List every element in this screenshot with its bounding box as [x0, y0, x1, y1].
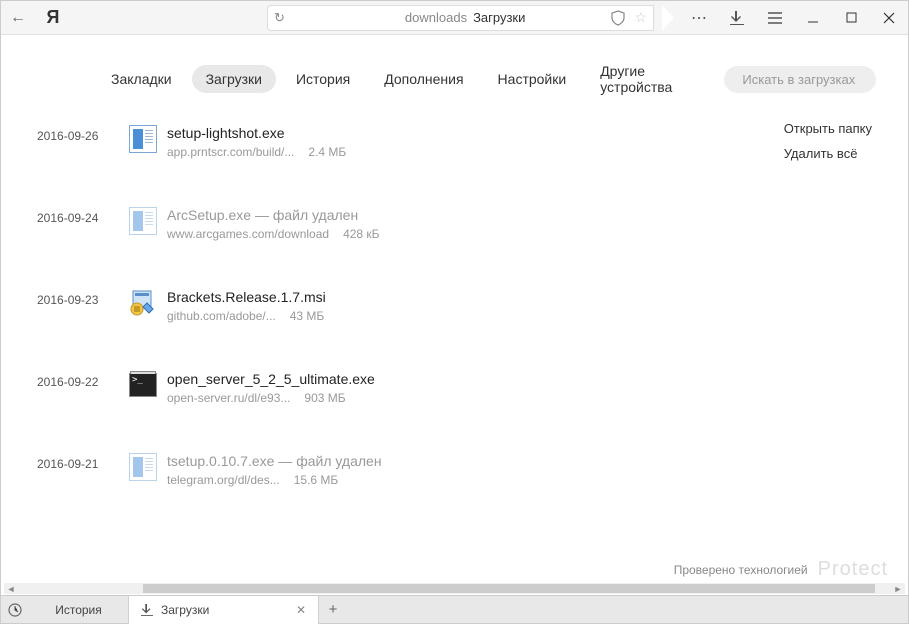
download-source: github.com/adobe/...: [167, 309, 276, 323]
document-icon: [129, 125, 157, 153]
download-date: 2016-09-22: [37, 371, 129, 389]
download-meta: www.arcgames.com/download 428 кБ: [167, 227, 380, 241]
download-size: 43 МБ: [290, 309, 325, 323]
download-info: Brackets.Release.1.7.msi github.com/adobe…: [167, 289, 326, 323]
search-placeholder: Искать в загрузках: [742, 72, 855, 87]
browser-toolbar: ← Я ↻ downloads Загрузки ☆ ⋯: [1, 1, 908, 35]
download-date: 2016-09-24: [37, 207, 129, 225]
scrollbar-thumb[interactable]: [143, 584, 875, 593]
address-bar-wedge: [662, 5, 674, 31]
download-filename[interactable]: ArcSetup.exe — файл удален: [167, 207, 380, 223]
url-title: Загрузки: [473, 10, 525, 25]
download-date: 2016-09-23: [37, 289, 129, 307]
protect-footer: Проверено технологией Protect: [674, 558, 888, 581]
download-row[interactable]: 2016-09-21 tsetup.0.10.7.exe — файл удале…: [37, 453, 876, 487]
download-info: ArcSetup.exe — файл удален www.arcgames.c…: [167, 207, 380, 241]
download-meta: github.com/adobe/... 43 МБ: [167, 309, 326, 323]
download-filename[interactable]: setup-lightshot.exe: [167, 125, 346, 141]
yandex-logo[interactable]: Я: [39, 4, 67, 32]
reload-icon[interactable]: ↻: [274, 10, 285, 26]
download-row[interactable]: 2016-09-26 setup-lightshot.exe app.prntscr…: [37, 125, 876, 159]
download-info: setup-lightshot.exe app.prntscr.com/build…: [167, 125, 346, 159]
back-button[interactable]: ←: [1, 1, 35, 35]
bottom-tab-history-label: История: [55, 603, 102, 617]
clock-icon[interactable]: [1, 603, 29, 617]
tab-addons[interactable]: Дополнения: [370, 65, 477, 93]
window-maximize-button[interactable]: [832, 1, 870, 35]
delete-all-link[interactable]: Удалить всё: [784, 146, 872, 161]
download-row[interactable]: 2016-09-22 open_server_5_2_5_ultimate.exe…: [37, 371, 876, 405]
download-row[interactable]: 2016-09-24 ArcSetup.exe — файл удален www.…: [37, 207, 876, 241]
tab-downloads[interactable]: Загрузки: [192, 65, 276, 93]
download-meta: open-server.ru/dl/e93... 903 МБ: [167, 391, 375, 405]
protect-label: Проверено технологией: [674, 563, 808, 577]
tab-settings[interactable]: Настройки: [484, 65, 581, 93]
url-prefix: downloads: [405, 10, 467, 25]
open-folder-link[interactable]: Открыть папку: [784, 121, 872, 136]
downloads-icon[interactable]: [718, 1, 756, 35]
tab-bookmarks[interactable]: Закладки: [97, 65, 186, 93]
download-source: open-server.ru/dl/e93...: [167, 391, 290, 405]
address-bar[interactable]: ↻ downloads Загрузки ☆: [267, 5, 654, 31]
download-date: 2016-09-21: [37, 453, 129, 471]
bookmark-star-icon[interactable]: ☆: [634, 9, 647, 26]
window-minimize-button[interactable]: [794, 1, 832, 35]
settings-nav: Закладки Загрузки История Дополнения Нас…: [1, 35, 908, 115]
hamburger-menu-icon[interactable]: [756, 1, 794, 35]
downloads-list: Открыть папку Удалить всё 2016-09-26 setu…: [1, 115, 908, 601]
tab-devices[interactable]: Другие устройства: [586, 57, 718, 101]
download-small-icon: [141, 604, 153, 616]
download-meta: app.prntscr.com/build/... 2.4 МБ: [167, 145, 346, 159]
search-input[interactable]: Искать в загрузках: [724, 66, 876, 93]
download-size: 15.6 МБ: [294, 473, 339, 487]
bottom-tab-bar: История Загрузки ✕ +: [1, 595, 908, 623]
tab-history[interactable]: История: [282, 65, 364, 93]
download-filename[interactable]: open_server_5_2_5_ultimate.exe: [167, 371, 375, 387]
download-source: www.arcgames.com/download: [167, 227, 329, 241]
installer-icon: [129, 289, 157, 317]
download-size: 428 кБ: [343, 227, 379, 241]
bottom-tab-downloads-label: Загрузки: [161, 603, 209, 617]
side-actions: Открыть папку Удалить всё: [784, 121, 872, 161]
download-source: telegram.org/dl/des...: [167, 473, 280, 487]
horizontal-scrollbar[interactable]: ◄ ►: [4, 583, 905, 594]
download-meta: telegram.org/dl/des... 15.6 МБ: [167, 473, 382, 487]
menu-more-icon[interactable]: ⋯: [680, 1, 718, 35]
window-close-button[interactable]: [870, 1, 908, 35]
download-info: tsetup.0.10.7.exe — файл удален telegram.…: [167, 453, 382, 487]
protect-brand: Protect: [818, 558, 888, 581]
protect-shield-icon[interactable]: [610, 10, 626, 26]
close-tab-icon[interactable]: ✕: [296, 603, 306, 617]
download-filename[interactable]: tsetup.0.10.7.exe — файл удален: [167, 453, 382, 469]
bottom-tab-history[interactable]: История: [29, 596, 129, 624]
download-source: app.prntscr.com/build/...: [167, 145, 294, 159]
document-icon: [129, 453, 157, 481]
download-size: 2.4 МБ: [308, 145, 346, 159]
download-size: 903 МБ: [304, 391, 345, 405]
download-date: 2016-09-26: [37, 125, 129, 143]
document-icon: [129, 207, 157, 235]
download-info: open_server_5_2_5_ultimate.exe open-serve…: [167, 371, 375, 405]
bottom-tab-downloads[interactable]: Загрузки ✕: [129, 596, 319, 624]
download-row[interactable]: 2016-09-23 Brackets.Release.1.7.msi github…: [37, 289, 876, 323]
terminal-icon: [129, 373, 157, 397]
download-filename[interactable]: Brackets.Release.1.7.msi: [167, 289, 326, 305]
new-tab-button[interactable]: +: [319, 601, 347, 618]
